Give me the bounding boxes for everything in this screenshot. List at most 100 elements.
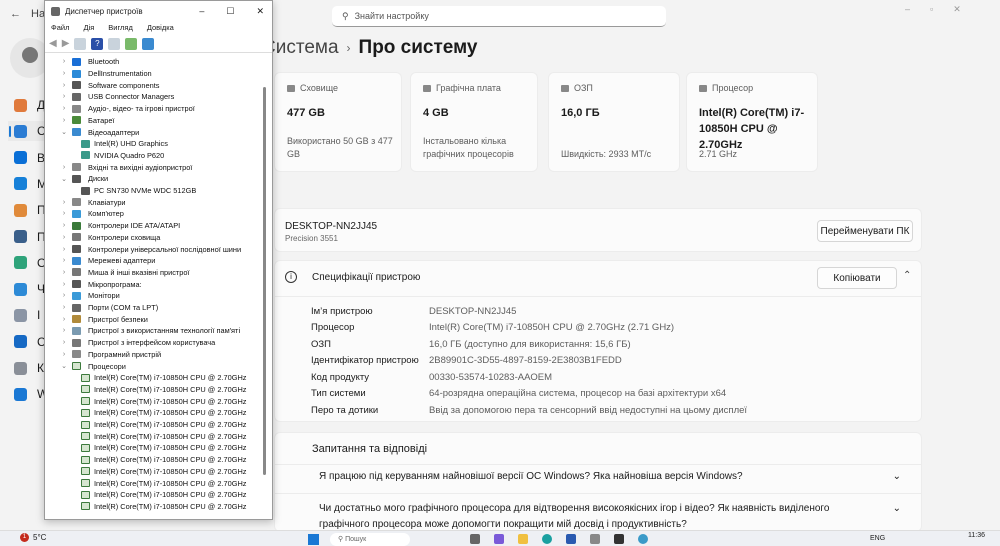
chevron-down-icon[interactable]: ⌄: [59, 175, 69, 183]
device-category[interactable]: › Контролери сховища: [59, 232, 161, 244]
device-category[interactable]: › USB Connector Managers: [59, 91, 174, 103]
device-category[interactable]: › Контролери універсальної послідовної ши…: [59, 243, 241, 255]
chevron-right-icon[interactable]: ›: [59, 93, 69, 100]
device-category[interactable]: › Клавіатури: [59, 196, 126, 208]
chevron-right-icon[interactable]: ›: [59, 246, 69, 253]
device-category[interactable]: › Мережеві адаптери: [59, 255, 156, 267]
device-item[interactable]: PC SN730 NVMe WDC 512GB: [81, 185, 196, 197]
copilot-icon[interactable]: [494, 534, 504, 544]
device-category[interactable]: › Bluetooth: [59, 56, 119, 68]
taskbar-search[interactable]: ⚲ Пошук: [330, 533, 410, 546]
chevron-right-icon[interactable]: ›: [59, 292, 69, 299]
device-category[interactable]: › Пристрої з використанням технології пам…: [59, 325, 240, 337]
device-manager-taskbar-icon[interactable]: [590, 534, 600, 544]
faq-item[interactable]: Чи достатньо мого графічного процесора д…: [319, 501, 901, 533]
app-icon[interactable]: [614, 534, 624, 544]
device-item[interactable]: Intel(R) Core(TM) i7-10850H CPU @ 2.70GH…: [81, 477, 246, 489]
device-category[interactable]: › Комп'ютер: [59, 208, 124, 220]
minimize-button[interactable]: –: [199, 6, 204, 17]
properties-icon[interactable]: [74, 37, 87, 50]
device-item[interactable]: Intel(R) Core(TM) i7-10850H CPU @ 2.70GH…: [81, 442, 246, 454]
menu-item[interactable]: Вигляд: [108, 23, 133, 32]
device-category[interactable]: › Порти (COM та LPT): [59, 302, 158, 314]
chevron-right-icon[interactable]: ›: [59, 210, 69, 217]
device-category[interactable]: › Батареї: [59, 115, 115, 127]
chevron-right-icon[interactable]: ›: [59, 304, 69, 311]
close-button[interactable]: ✕: [953, 4, 961, 15]
chevron-right-icon[interactable]: ›: [59, 117, 69, 124]
device-item[interactable]: Intel(R) Core(TM) i7-10850H CPU @ 2.70GH…: [81, 430, 246, 442]
store-icon[interactable]: [566, 534, 576, 544]
device-item[interactable]: Intel(R) Core(TM) i7-10850H CPU @ 2.70GH…: [81, 372, 246, 384]
update-driver-icon[interactable]: [108, 37, 121, 50]
breadcrumb-system[interactable]: Система: [262, 37, 339, 59]
app-icon[interactable]: [470, 534, 480, 544]
scan-hardware-icon[interactable]: [125, 37, 138, 50]
device-category[interactable]: › Контролери IDE ATA/ATAPI: [59, 220, 180, 232]
chevron-right-icon[interactable]: ›: [59, 339, 69, 346]
rename-pc-button[interactable]: Перейменувати ПК: [817, 220, 913, 242]
chevron-right-icon[interactable]: ›: [59, 222, 69, 229]
device-category[interactable]: ⌄ Диски: [59, 173, 108, 185]
chevron-right-icon[interactable]: ›: [59, 269, 69, 276]
back-arrow-icon[interactable]: ◀: [49, 38, 57, 49]
chevron-right-icon[interactable]: ›: [59, 70, 69, 77]
device-item[interactable]: Intel(R) Core(TM) i7-10850H CPU @ 2.70GH…: [81, 384, 246, 396]
device-item[interactable]: Intel(R) Core(TM) i7-10850H CPU @ 2.70GH…: [81, 407, 246, 419]
tree-scrollbar[interactable]: [263, 87, 266, 475]
chevron-right-icon[interactable]: ›: [59, 58, 69, 65]
device-category[interactable]: › Монітори: [59, 290, 120, 302]
device-category[interactable]: › Software components: [59, 79, 160, 91]
chevron-right-icon[interactable]: ›: [59, 199, 69, 206]
device-category[interactable]: › Аудіо-, відео- та ігрові пристрої: [59, 103, 195, 115]
chevron-right-icon[interactable]: ›: [59, 281, 69, 288]
device-category[interactable]: › Вхідні та вихідні аудіопристрої: [59, 161, 193, 173]
edge-icon[interactable]: [542, 534, 552, 544]
device-item[interactable]: Intel(R) UHD Graphics: [81, 138, 168, 150]
device-category[interactable]: › Пристрої безпеки: [59, 313, 148, 325]
file-explorer-icon[interactable]: [518, 534, 528, 544]
device-item[interactable]: Intel(R) Core(TM) i7-10850H CPU @ 2.70GH…: [81, 454, 246, 466]
faq-item[interactable]: Я працюю під керуванням найновішої версі…: [319, 469, 901, 485]
device-category[interactable]: ⌄ Процесори: [59, 360, 126, 372]
language-indicator[interactable]: ENG: [870, 535, 885, 542]
weather-widget[interactable]: 1 5°C: [20, 533, 46, 542]
clock[interactable]: 11:36: [968, 532, 985, 539]
collapse-chevron-icon[interactable]: ⌃: [903, 270, 911, 281]
maximize-button[interactable]: ☐: [226, 6, 234, 17]
copy-button[interactable]: Копіювати: [817, 267, 897, 289]
back-button[interactable]: ← На: [10, 8, 45, 20]
device-category[interactable]: › Мікропрограма:: [59, 278, 142, 290]
help-icon[interactable]: ?: [91, 37, 104, 50]
device-category[interactable]: › Миша й інші вказівні пристрої: [59, 267, 190, 279]
device-item[interactable]: Intel(R) Core(TM) i7-10850H CPU @ 2.70GH…: [81, 395, 246, 407]
chevron-right-icon[interactable]: ›: [59, 327, 69, 334]
device-item[interactable]: NVIDIA Quadro P620: [81, 150, 164, 162]
close-button[interactable]: ✕: [256, 6, 264, 17]
chevron-right-icon[interactable]: ›: [59, 316, 69, 323]
chevron-right-icon[interactable]: ›: [59, 351, 69, 358]
monitor-icon[interactable]: [142, 37, 155, 50]
device-item[interactable]: Intel(R) Core(TM) i7-10850H CPU @ 2.70GH…: [81, 501, 246, 513]
chevron-right-icon[interactable]: ›: [59, 105, 69, 112]
device-item[interactable]: Intel(R) Core(TM) i7-10850H CPU @ 2.70GH…: [81, 466, 246, 478]
chevron-down-icon[interactable]: ⌄: [59, 128, 69, 136]
menu-item[interactable]: Файл: [51, 23, 69, 32]
device-category[interactable]: › DellInstrumentation: [59, 68, 152, 80]
settings-search-box[interactable]: ⚲ Знайти настройку: [332, 6, 666, 27]
chevron-right-icon[interactable]: ›: [59, 82, 69, 89]
start-button[interactable]: [308, 534, 319, 545]
chevron-down-icon[interactable]: ⌄: [59, 362, 69, 370]
restore-button[interactable]: ▫: [930, 4, 933, 15]
device-category[interactable]: › Програмний пристрій: [59, 349, 161, 361]
device-item[interactable]: Intel(R) Core(TM) i7-10850H CPU @ 2.70GH…: [81, 489, 246, 501]
menu-item[interactable]: Довідка: [147, 23, 174, 32]
device-category[interactable]: › Пристрої з інтерфейсом користувача: [59, 337, 215, 349]
forward-arrow-icon[interactable]: ▶: [62, 38, 70, 49]
chevron-right-icon[interactable]: ›: [59, 257, 69, 264]
device-item[interactable]: Intel(R) Core(TM) i7-10850H CPU @ 2.70GH…: [81, 419, 246, 431]
chevron-right-icon[interactable]: ›: [59, 164, 69, 171]
device-category[interactable]: ⌄ Відеоадаптери: [59, 126, 139, 138]
chevron-right-icon[interactable]: ›: [59, 234, 69, 241]
settings-taskbar-icon[interactable]: [638, 534, 648, 544]
